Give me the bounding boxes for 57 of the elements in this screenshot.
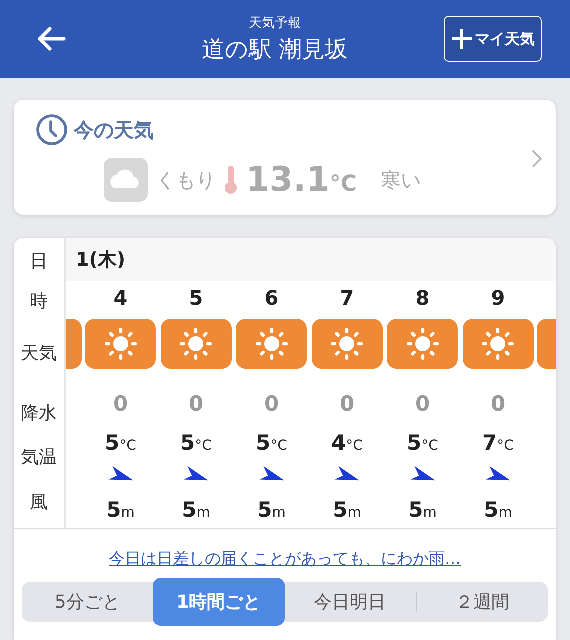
row-label: 天気: [21, 342, 57, 366]
wind-speed-value: 5m: [106, 498, 135, 522]
plus-icon: [451, 28, 473, 50]
page-subtitle: 天気予報: [249, 14, 301, 32]
chevron-right-icon: [532, 150, 542, 168]
clock-icon: [36, 114, 68, 146]
hour-label: 8: [416, 286, 430, 310]
row-label: 気温: [21, 446, 57, 470]
row-label: 降水: [21, 402, 57, 426]
hour-label: 9: [491, 286, 506, 310]
row-label: 日: [30, 250, 48, 274]
wind-speed-value: 5m: [484, 498, 512, 522]
row-label: 風: [30, 491, 48, 515]
sun-icon: [481, 327, 516, 362]
temperature-value: 5°C: [105, 431, 136, 456]
temperature-value: 5°C: [256, 431, 288, 456]
precipitation-value: 0: [340, 392, 355, 416]
cloud-icon: [104, 158, 148, 202]
sun-icon: [330, 327, 364, 362]
weather-tile: [537, 319, 556, 370]
precipitation-value: 0: [415, 392, 430, 416]
wind-speed-value: 5m: [408, 498, 437, 522]
sun-icon: [104, 327, 138, 362]
hour-label: 5: [189, 286, 204, 310]
back-arrow-icon[interactable]: [36, 26, 66, 52]
temperature-value: 5°C: [180, 431, 212, 456]
sun-icon: [254, 327, 289, 362]
temperature-value: 5°C: [407, 431, 438, 456]
forecast-summary-link[interactable]: 今日は日差しの届くことがあっても、にわか雨…: [14, 549, 556, 570]
page-title: 道の駅 潮見坂: [202, 36, 348, 64]
wind-speed-value: 5m: [258, 498, 286, 522]
period-tab[interactable]: 1時間ごと: [153, 578, 284, 626]
weather-condition: くもり: [156, 166, 216, 194]
temperature-value: 4°C: [332, 431, 363, 456]
sun-icon: [179, 327, 214, 362]
precipitation-value: 0: [113, 392, 128, 416]
sun-icon: [406, 327, 440, 362]
hour-label: 4: [114, 286, 128, 310]
current-weather-heading: 今の天気: [74, 116, 154, 144]
period-tab[interactable]: ２週間: [416, 582, 548, 622]
period-tab[interactable]: 今日明日: [284, 582, 416, 622]
weather-tile: [66, 319, 82, 370]
precipitation-value: 0: [264, 392, 280, 416]
day-label: 1(木): [76, 248, 126, 273]
temperature-value: 7°C: [482, 431, 514, 456]
add-my-weather-button[interactable]: マイ天気: [444, 16, 542, 62]
thermometer-icon: [224, 165, 238, 195]
wind-speed-value: 5m: [333, 498, 362, 522]
row-label: 時: [30, 290, 48, 314]
wind-speed-value: 5m: [182, 498, 210, 522]
current-temperature: 13.1°C: [246, 160, 358, 200]
hour-label: 6: [264, 286, 279, 310]
feels-like-label: 寒い: [381, 166, 422, 194]
period-tab[interactable]: 5分ごと: [22, 582, 154, 622]
precipitation-value: 0: [188, 392, 204, 416]
hour-label: 7: [340, 286, 354, 310]
precipitation-value: 0: [490, 392, 506, 416]
